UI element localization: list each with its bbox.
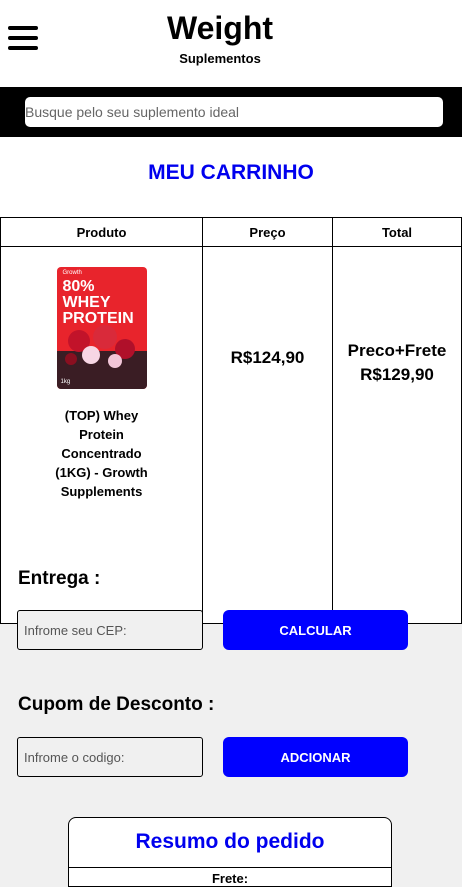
order-summary-card: Resumo do pedido Frete:: [68, 817, 392, 887]
product-image-brand: Growth: [62, 270, 82, 276]
apply-coupon-button[interactable]: ADCIONAR: [223, 737, 408, 777]
price-cell: R$124,90: [202, 246, 333, 624]
column-header-product: Produto: [0, 217, 203, 247]
cep-input[interactable]: [17, 610, 203, 650]
cart-section: MEU CARRINHO Produto Preço Total Growth …: [0, 137, 462, 624]
brand-subtitle: Suplementos: [179, 51, 261, 66]
summary-frete-label: Frete:: [211, 871, 249, 886]
product-name[interactable]: (TOP) Whey Protein Concentrado (1KG) - G…: [47, 406, 157, 501]
order-summary-title: Resumo do pedido: [135, 830, 325, 853]
product-image[interactable]: Growth 80% WHEY PROTEIN 1kg: [56, 267, 147, 389]
product-image-weight: 1kg: [60, 379, 71, 385]
total-value: R$129,90: [360, 365, 434, 384]
strawberry-graphic-icon: [64, 325, 135, 368]
total-cell: Preco+Frete R$129,90: [332, 246, 462, 624]
brand-title[interactable]: Weight: [0, 10, 440, 47]
search-bar: [0, 87, 462, 137]
cart-title: MEU CARRINHO: [148, 161, 314, 184]
search-input[interactable]: [25, 97, 443, 127]
total-label: Preco+Frete: [347, 341, 447, 360]
cart-table: Produto Preço Total Growth 80% WHEY PROT…: [0, 217, 462, 624]
column-header-price: Preço: [202, 217, 333, 247]
app-header: Weight Suplementos: [0, 0, 462, 87]
calculate-button[interactable]: CALCULAR: [223, 610, 408, 650]
column-header-total: Total: [332, 217, 462, 247]
shipping-label: Entrega :: [18, 568, 101, 589]
table-row: Growth 80% WHEY PROTEIN 1kg (TOP) Whey P…: [0, 246, 462, 624]
coupon-input[interactable]: [17, 737, 203, 777]
summary-divider: [69, 867, 391, 868]
coupon-label: Cupom de Desconto :: [18, 694, 215, 715]
product-cell: Growth 80% WHEY PROTEIN 1kg (TOP) Whey P…: [0, 246, 203, 624]
